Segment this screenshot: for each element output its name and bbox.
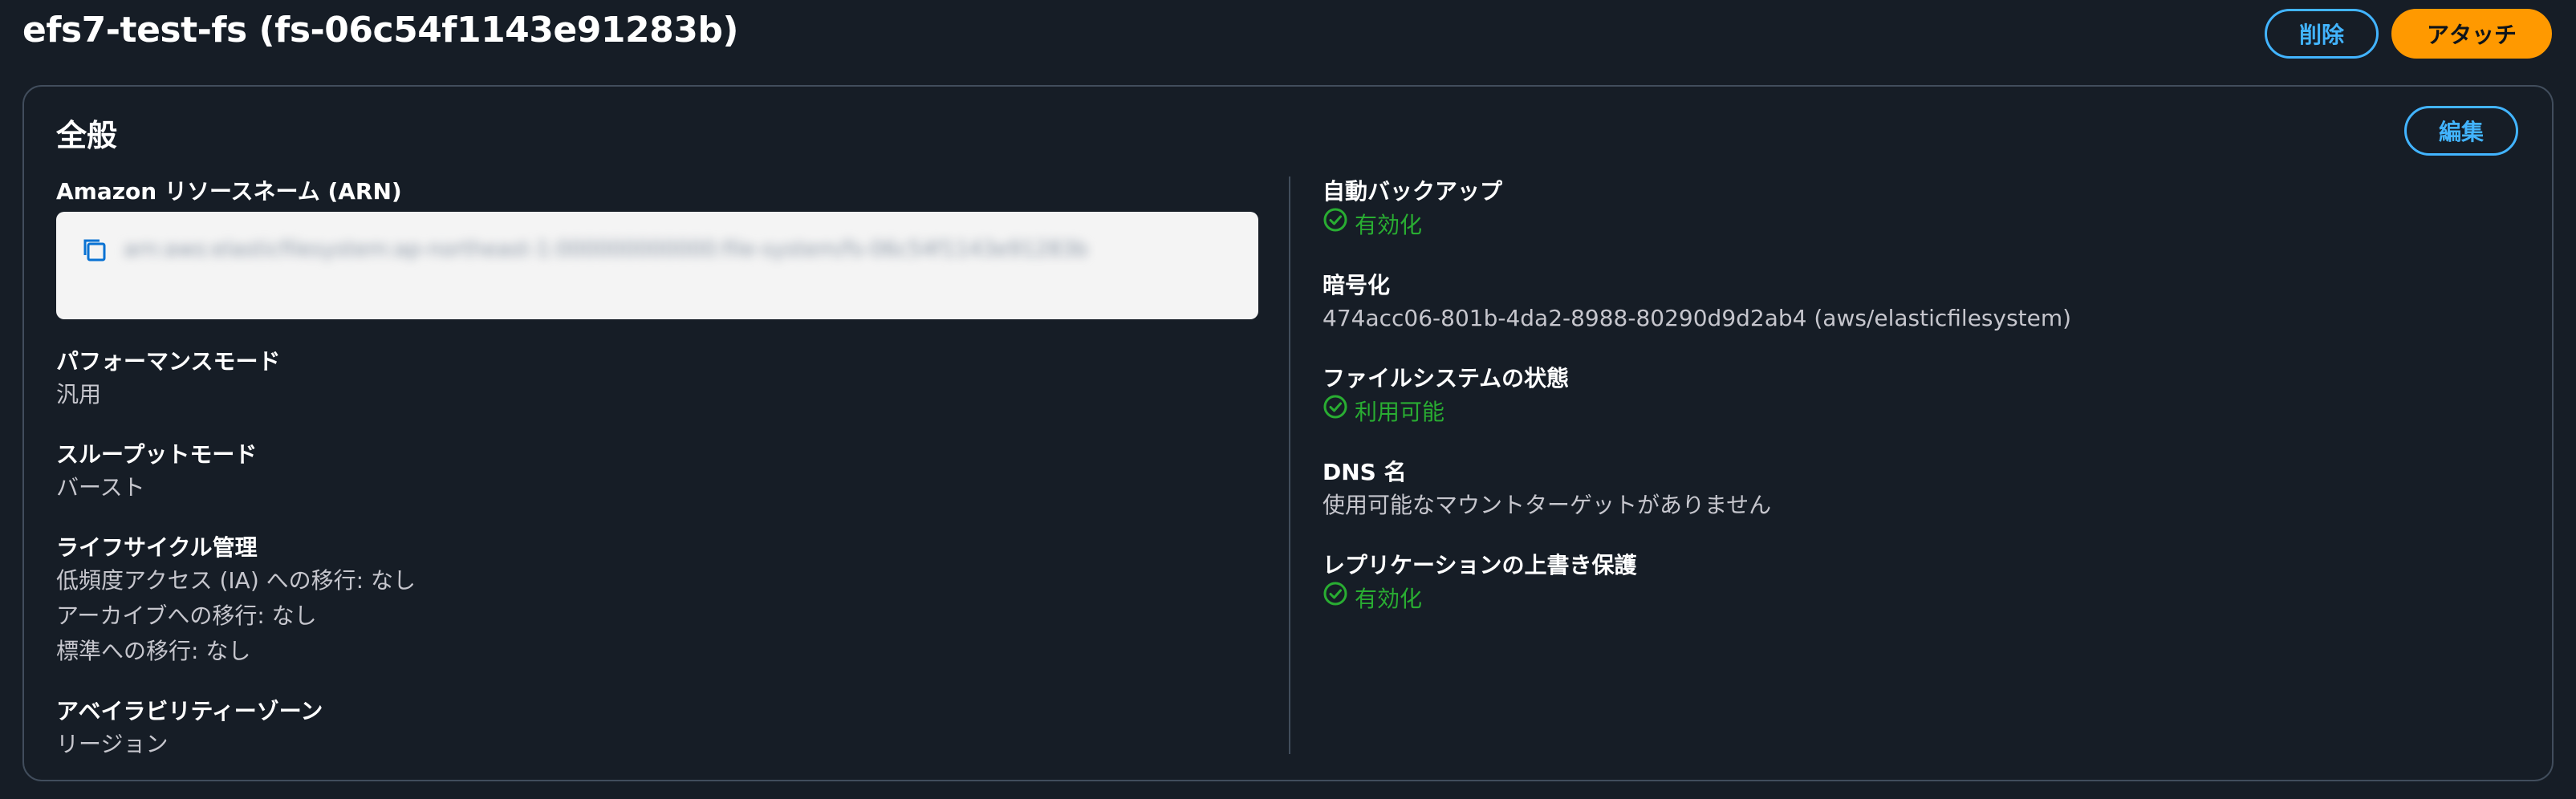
replication-protection-label: レプリケーションの上書き保護 [1323, 552, 1637, 578]
availability-zone-field: アベイラビリティーゾーン リージョン [56, 696, 1260, 762]
encryption-value: 474acc06-801b-4da2-8988-80290d9d2ab4 (aw… [1323, 305, 2072, 331]
filesystem-state-field: ファイルシステムの状態 利用可能 [1323, 363, 2526, 430]
check-circle-icon [1323, 207, 1348, 243]
replication-protection-value: 有効化 [1355, 585, 1423, 612]
dns-name-value: 使用可能なマウントターゲットがありません [1323, 492, 1772, 518]
lifecycle-label: ライフサイクル管理 [56, 534, 258, 561]
auto-backup-status: 有効化 [1323, 207, 2526, 243]
page-header: efs7-test-fs (fs-06c54f1143e91283b) 削除 ア… [0, 0, 2576, 69]
edit-button[interactable]: 編集 [2404, 106, 2518, 156]
arn-value-box: arn:aws:elasticfilesystem:ap-northeast-1… [56, 212, 1258, 319]
auto-backup-value: 有効化 [1355, 211, 1423, 238]
attach-button[interactable]: アタッチ [2391, 9, 2552, 59]
check-circle-icon [1323, 581, 1348, 617]
availability-zone-value: リージョン [56, 731, 169, 757]
page-title: efs7-test-fs (fs-06c54f1143e91283b) [22, 10, 738, 51]
throughput-mode-field: スループットモード バースト [56, 440, 1260, 505]
column-divider [1289, 176, 1290, 754]
auto-backup-label: 自動バックアップ [1323, 178, 1503, 205]
filesystem-state-status: 利用可能 [1323, 394, 2526, 430]
dns-name-label: DNS 名 [1323, 459, 1407, 485]
auto-backup-field: 自動バックアップ 有効化 [1323, 176, 2526, 243]
performance-mode-field: パフォーマンスモード 汎用 [56, 347, 1260, 412]
lifecycle-ia-transition: 低頻度アクセス (IA) への移行: なし [56, 567, 416, 594]
throughput-mode-label: スループットモード [56, 441, 258, 468]
encryption-field: 暗号化 474acc06-801b-4da2-8988-80290d9d2ab4… [1323, 270, 2526, 336]
replication-protection-status: 有効化 [1323, 581, 2526, 617]
encryption-label: 暗号化 [1323, 272, 1391, 298]
panel-title: 全般 [56, 118, 118, 153]
throughput-mode-value: バースト [56, 474, 145, 501]
lifecycle-archive-transition: アーカイブへの移行: なし [56, 602, 317, 629]
availability-zone-label: アベイラビリティーゾーン [56, 698, 323, 724]
replication-protection-field: レプリケーションの上書き保護 有効化 [1323, 550, 2526, 617]
filesystem-state-value: 利用可能 [1355, 398, 1445, 425]
left-column: Amazon リソースネーム (ARN) arn:aws:elasticfile… [56, 176, 1260, 789]
arn-value: arn:aws:elasticfilesystem:ap-northeast-1… [124, 237, 1088, 262]
arn-label: Amazon リソースネーム (ARN) [56, 178, 402, 205]
right-column: 自動バックアップ 有効化 暗号化 474acc06-801b-4da2-8988… [1323, 176, 2526, 644]
dns-name-field: DNS 名 使用可能なマウントターゲットがありません [1323, 457, 2526, 523]
performance-mode-label: パフォーマンスモード [56, 348, 281, 375]
lifecycle-standard-transition: 標準への移行: なし [56, 638, 251, 664]
performance-mode-value: 汎用 [56, 381, 102, 408]
delete-button[interactable]: 削除 [2265, 9, 2379, 59]
check-circle-icon [1323, 394, 1348, 430]
filesystem-state-label: ファイルシステムの状態 [1323, 365, 1570, 391]
arn-field: Amazon リソースネーム (ARN) arn:aws:elasticfile… [56, 176, 1260, 319]
lifecycle-field: ライフサイクル管理 低頻度アクセス (IA) への移行: なし アーカイブへの移… [56, 533, 1260, 669]
general-panel: 全般 編集 Amazon リソースネーム (ARN) arn:aws:elast… [22, 85, 2554, 781]
copy-icon[interactable] [80, 236, 109, 265]
